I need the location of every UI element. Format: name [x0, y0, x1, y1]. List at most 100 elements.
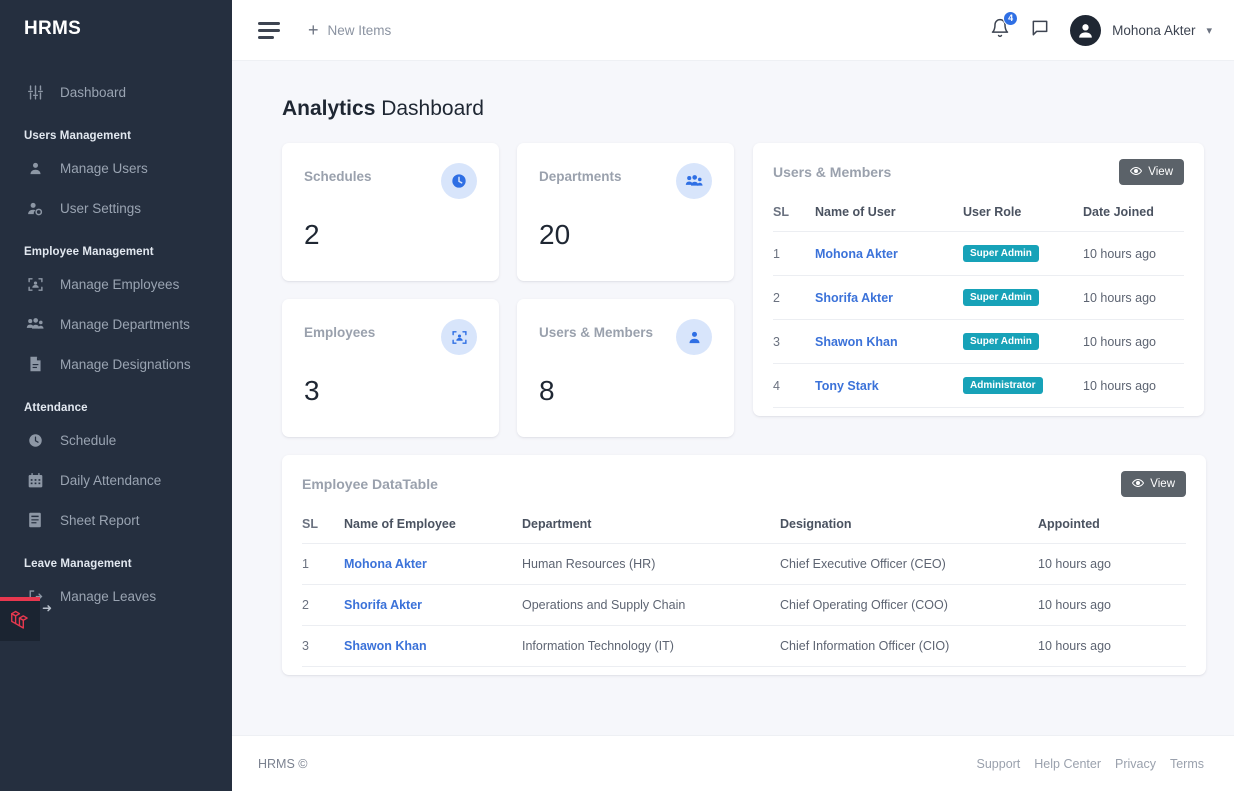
employee-datatable-panel: Employee DataTable View SL Name of Emplo…	[282, 455, 1206, 675]
sidebar-item-schedule[interactable]: Schedule	[0, 420, 232, 460]
dashboard-top-row: Schedules 2 Departments 20 Employees 3 U…	[282, 143, 1204, 437]
column-header-sl: SL	[773, 205, 789, 219]
stat-card-users-members[interactable]: Users & Members 8	[517, 299, 734, 437]
sidebar-item-manage-users[interactable]: Manage Users	[0, 148, 232, 188]
sidebar-item-sheet-report[interactable]: Sheet Report	[0, 500, 232, 540]
chevron-down-icon: ▾	[1206, 24, 1212, 37]
table-row[interactable]: 3 Shawon Khan Super Admin 10 hours ago	[773, 319, 1184, 364]
cell-employee-name: Shawon Khan	[344, 625, 522, 667]
chat-bubble-icon	[1030, 18, 1050, 43]
user-gear-icon	[24, 199, 46, 217]
laravel-debugbar-toggle[interactable]: ➜	[0, 597, 52, 641]
users-view-button[interactable]: View	[1119, 159, 1184, 185]
panel-header: Employee DataTable View	[302, 471, 1186, 497]
cell-user-role: Super Admin	[963, 231, 1083, 276]
cell-sl: 1	[773, 231, 815, 276]
stat-value: 8	[539, 375, 555, 406]
cell-user-name: Shawon Khan	[815, 319, 963, 364]
cell-sl: 3	[773, 319, 815, 364]
panel-title: Employee DataTable	[302, 476, 438, 492]
sidebar-item-daily-attendance[interactable]: Daily Attendance	[0, 460, 232, 500]
column-header-name: Name of User	[815, 205, 896, 219]
table-header-row: SL Name of Employee Department Designati…	[302, 511, 1186, 544]
sidebar-section-employee-management: Employee Management	[24, 246, 154, 258]
laravel-logo-icon	[9, 608, 31, 635]
stat-card-departments[interactable]: Departments 20	[517, 143, 734, 281]
footer-links: Support Help Center Privacy Terms	[977, 757, 1205, 771]
cell-sl: 2	[302, 584, 344, 626]
employee-link[interactable]: Mohona Akter	[344, 557, 427, 571]
clock-icon	[441, 163, 477, 199]
eye-icon	[1132, 477, 1145, 492]
stat-label: Users & Members	[539, 325, 654, 340]
user-link[interactable]: Shorifa Akter	[815, 291, 893, 305]
table-row[interactable]: 3 Shawon Khan Information Technology (IT…	[302, 625, 1186, 667]
user-menu[interactable]: Mohona Akter ▾	[1070, 14, 1212, 46]
document-icon	[24, 355, 46, 373]
stat-label: Schedules	[304, 169, 372, 184]
user-icon	[24, 159, 46, 177]
sidebar-item-manage-designations[interactable]: Manage Designations	[0, 344, 232, 384]
sidebar-section-attendance: Attendance	[24, 402, 88, 414]
cell-date-joined: 10 hours ago	[1083, 231, 1184, 276]
user-link[interactable]: Mohona Akter	[815, 247, 898, 261]
table-header-row: SL Name of User User Role Date Joined	[773, 199, 1184, 232]
cell-date-joined: 10 hours ago	[1083, 363, 1184, 408]
table-row[interactable]: 1 Mohona Akter Human Resources (HR) Chie…	[302, 543, 1186, 585]
cell-user-name: Mohona Akter	[815, 231, 963, 276]
table-row[interactable]: 1 Mohona Akter Super Admin 10 hours ago	[773, 231, 1184, 276]
footer-link-terms[interactable]: Terms	[1170, 757, 1204, 771]
stat-value: 3	[304, 375, 320, 406]
view-button-label: View	[1148, 166, 1173, 178]
cell-designation: Chief Information Officer (CIO)	[780, 625, 1038, 667]
users-group-icon	[24, 315, 46, 333]
users-members-table: SL Name of User User Role Date Joined 1 …	[773, 199, 1184, 408]
clock-icon	[24, 431, 46, 449]
users-members-panel: Users & Members View SL Name of User Use…	[753, 143, 1204, 416]
cell-designation: Chief Executive Officer (CEO)	[780, 543, 1038, 585]
new-items-button[interactable]: + New Items	[308, 21, 391, 39]
table-row[interactable]: 2 Shorifa Akter Super Admin 10 hours ago	[773, 275, 1184, 320]
status-badge: Super Admin	[963, 289, 1039, 306]
stat-value: 20	[539, 219, 571, 250]
sidebar-item-manage-employees[interactable]: Manage Employees	[0, 264, 232, 304]
sidebar-item-label: Sheet Report	[60, 512, 140, 528]
debugbar-expand-arrow[interactable]: ➜	[42, 601, 52, 615]
notifications-button[interactable]: 4	[990, 10, 1019, 43]
cell-user-name: Tony Stark	[815, 363, 963, 408]
user-link[interactable]: Tony Stark	[815, 379, 879, 393]
page-title-rest: Dashboard	[375, 97, 484, 120]
brand-logo: HRMS	[24, 18, 82, 39]
employee-link[interactable]: Shorifa Akter	[344, 598, 422, 612]
sliders-icon	[24, 83, 46, 101]
table-row[interactable]: 2 Shorifa Akter Operations and Supply Ch…	[302, 584, 1186, 626]
sidebar-item-label: User Settings	[60, 200, 142, 216]
footer-link-support[interactable]: Support	[977, 757, 1021, 771]
employee-view-button[interactable]: View	[1121, 471, 1186, 497]
page-title-bold: Analytics	[282, 97, 376, 120]
hamburger-icon[interactable]	[258, 21, 280, 39]
cell-employee-name: Shorifa Akter	[344, 584, 522, 626]
sidebar-item-label: Manage Departments	[60, 316, 190, 332]
stat-card-schedules[interactable]: Schedules 2	[282, 143, 499, 281]
footer-copyright: HRMS ©	[258, 756, 308, 771]
user-link[interactable]: Shawon Khan	[815, 335, 898, 349]
stat-row-1: Schedules 2 Departments 20	[282, 143, 735, 281]
cell-appointed: 10 hours ago	[1038, 584, 1186, 626]
sidebar-item-dashboard[interactable]: Dashboard	[0, 72, 232, 112]
footer-link-help-center[interactable]: Help Center	[1034, 757, 1101, 771]
table-row[interactable]: 4 Tony Stark Administrator 10 hours ago	[773, 363, 1184, 408]
users-group-icon	[676, 163, 712, 199]
stat-card-employees[interactable]: Employees 3	[282, 299, 499, 437]
status-badge: Administrator	[963, 377, 1043, 394]
footer: HRMS © Support Help Center Privacy Terms	[232, 735, 1234, 791]
sidebar-item-user-settings[interactable]: User Settings	[0, 188, 232, 228]
cell-sl: 4	[773, 363, 815, 408]
footer-link-privacy[interactable]: Privacy	[1115, 757, 1156, 771]
sidebar-item-manage-departments[interactable]: Manage Departments	[0, 304, 232, 344]
cell-user-role: Administrator	[963, 363, 1083, 408]
main-area: + New Items 4 Mohona Akter ▾ Analytics D…	[232, 0, 1234, 791]
employee-link[interactable]: Shawon Khan	[344, 639, 427, 653]
calendar-icon	[24, 471, 46, 489]
messages-button[interactable]	[1030, 18, 1050, 43]
